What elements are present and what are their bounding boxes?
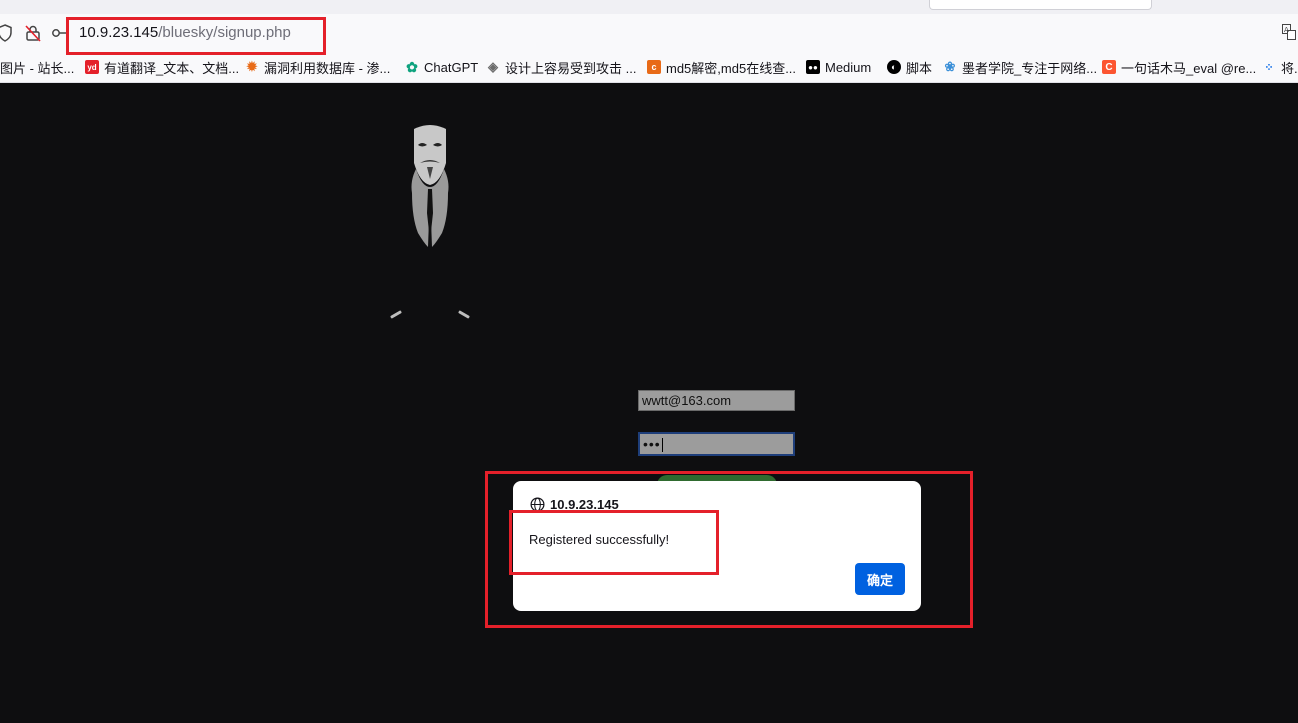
bookmark-item[interactable]: 图片 - 站长... [0, 52, 74, 82]
annotation-box-message [509, 510, 719, 575]
bookmarks-toolbar: 图片 - 站长... yd 有道翻译_文本、文档... ✹ 漏洞利用数据库 - 渗.… [0, 52, 1298, 83]
bookmark-label: 设计上容易受到攻击 ... [505, 60, 637, 76]
bookmark-item[interactable]: c md5解密,md5在线查... [647, 52, 796, 82]
chatgpt-icon: ✿ [406, 58, 418, 75]
diamond-icon: ◈ [488, 59, 498, 74]
bookmark-item[interactable]: ●● Medium [806, 52, 871, 82]
bookmark-item[interactable]: C 一句话木马_eval @re... [1102, 52, 1256, 82]
mozhe-icon: ❀ [944, 59, 956, 74]
youdao-icon: yd [85, 60, 99, 74]
tab-dropdown-panel [929, 0, 1152, 10]
bookmark-label: md5解密,md5在线查... [666, 60, 797, 76]
bookmark-label: 墨者学院_专注于网络... [962, 60, 1098, 76]
svg-text:A: A [1284, 26, 1289, 34]
shield-icon[interactable] [0, 24, 15, 42]
decorative-dash [390, 310, 402, 319]
email-field[interactable]: wwtt@163.com [638, 390, 795, 411]
bookmark-item[interactable]: ✹ 漏洞利用数据库 - 渗... [245, 52, 391, 82]
decorative-dash [458, 310, 470, 319]
bookmark-label: 有道翻译_文本、文档... [104, 60, 240, 76]
password-field[interactable]: ••• [638, 432, 795, 456]
annotation-box-url [66, 17, 326, 55]
bookmark-label: 漏洞利用数据库 - 渗... [264, 60, 391, 76]
bookmark-item[interactable]: ◐ 脚本 [887, 52, 932, 82]
bookmark-label: 图片 - 站长... [0, 60, 75, 76]
password-mask: ••• [643, 436, 661, 452]
md5-icon: c [647, 60, 661, 74]
bookmark-item[interactable]: yd 有道翻译_文本、文档... [85, 52, 239, 82]
bookmark-label: 将... [1281, 60, 1298, 76]
exploitdb-icon: ✹ [246, 59, 258, 74]
grid-icon: ⁘ [1264, 61, 1274, 74]
bookmark-item[interactable]: ❀ 墨者学院_专注于网络... [943, 52, 1098, 82]
medium-icon: ●● [806, 60, 820, 74]
bookmark-item[interactable]: ✿ ChatGPT [405, 52, 478, 82]
csdn-icon: C [1102, 60, 1116, 74]
text-caret [661, 438, 663, 453]
bookmark-item[interactable]: ◈ 设计上容易受到攻击 ... [486, 52, 636, 82]
translate-icon[interactable]: A [1282, 24, 1296, 40]
bookmark-label: ChatGPT [424, 59, 479, 75]
bookmark-item[interactable]: ⁘ 将... [1262, 52, 1298, 82]
bookmark-label: Medium [825, 59, 872, 75]
bookmark-label: 脚本 [906, 60, 933, 76]
bookmark-label: 一句话木马_eval @re... [1121, 60, 1257, 76]
github-icon: ◐ [887, 60, 901, 74]
anonymous-mask-logo [411, 125, 449, 247]
insecure-lock-icon[interactable] [24, 24, 42, 42]
